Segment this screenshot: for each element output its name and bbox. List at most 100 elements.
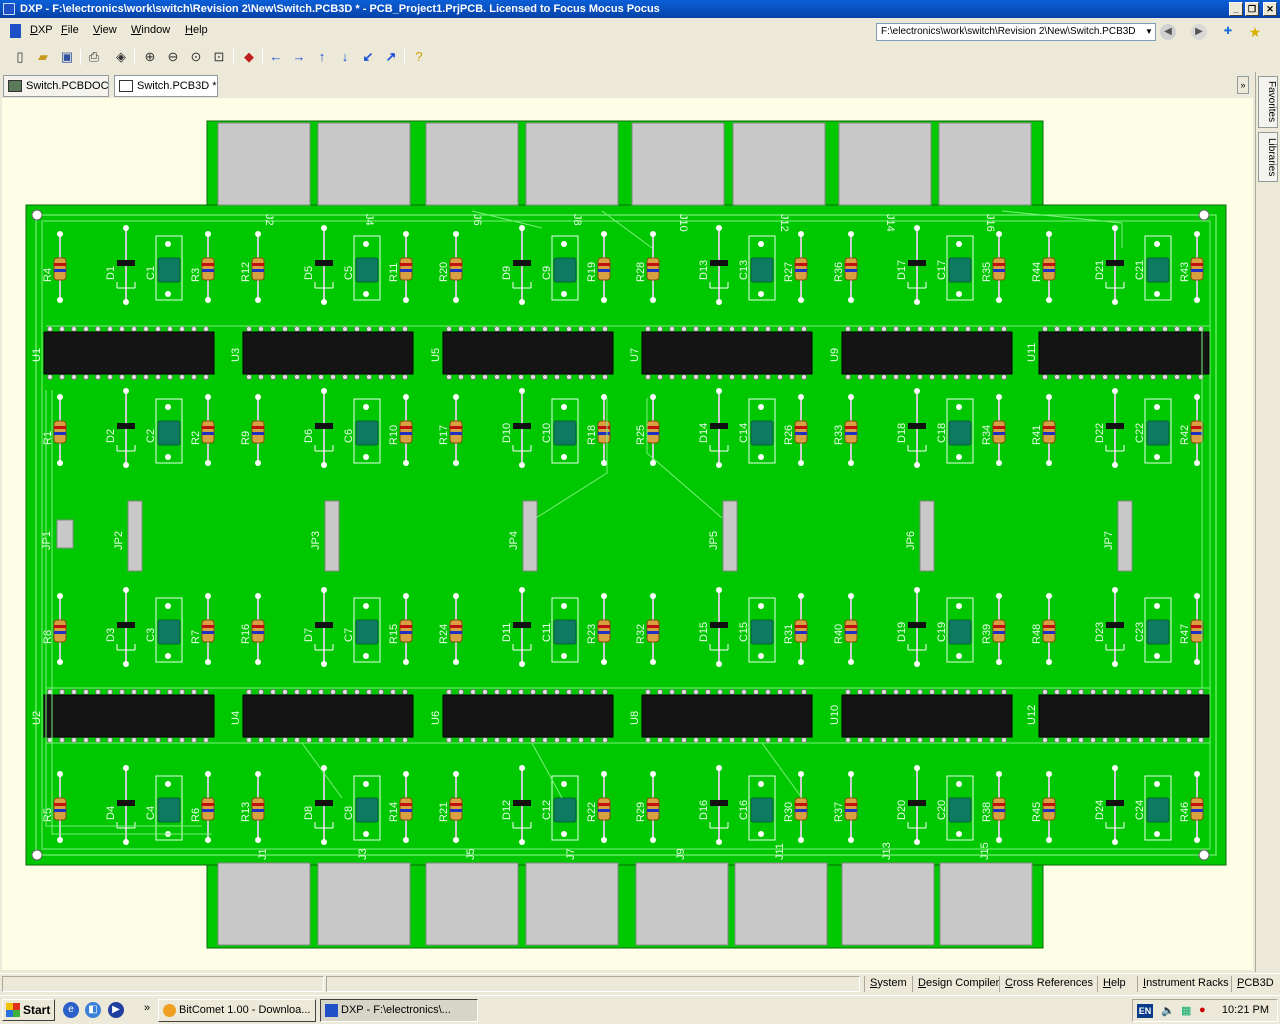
pcb3d-viewport[interactable]: J2 J4 J6 J8 J10 J12 J14 J16 J1 J3 J5 J7 J9 J11 J13 J15 U… <box>2 98 1253 970</box>
resistor-band <box>647 263 659 266</box>
pcb3d-document-icon <box>119 80 133 92</box>
ie-icon[interactable]: e <box>63 1002 79 1018</box>
speaker-icon[interactable]: 🔈 <box>1161 1004 1175 1017</box>
chip-pin <box>270 326 276 332</box>
pad <box>321 299 327 305</box>
navigate-icon[interactable]: ✚ <box>1220 24 1236 40</box>
address-bar[interactable]: F:\electronics\work\switch\Revision 2\Ne… <box>876 23 1156 41</box>
menu-dxp[interactable]: DXP <box>30 24 53 36</box>
chip-pin <box>530 374 536 380</box>
address-input[interactable]: F:\electronics\work\switch\Revision 2\Ne… <box>881 26 1136 37</box>
zoom-out-icon[interactable]: ⊖ <box>164 48 182 66</box>
quick-launch-chevron-icon[interactable]: » <box>144 1002 150 1014</box>
forward-icon[interactable]: ▶ <box>1191 24 1207 40</box>
tab-switch-pcb3d[interactable]: Switch.PCB3D * <box>114 75 218 97</box>
open-icon[interactable]: ▰ <box>34 48 52 66</box>
desktop-icon[interactable]: ◧ <box>85 1002 101 1018</box>
chip-pin <box>881 374 887 380</box>
network-icon[interactable]: ▦ <box>1181 1004 1191 1017</box>
zoom-fit-icon[interactable]: ⊙ <box>187 48 205 66</box>
minimize-button[interactable]: _ <box>1229 2 1243 16</box>
jumper <box>522 500 538 572</box>
panel-system[interactable]: System <box>864 976 912 992</box>
pad <box>798 593 804 599</box>
pad <box>758 603 764 609</box>
tab-list-chevron-icon[interactable]: » <box>1237 76 1249 94</box>
arrow-down-icon[interactable]: ↓ <box>336 48 354 66</box>
diode-label: D18 <box>896 423 908 443</box>
pad <box>798 837 804 843</box>
panel-design-compiler[interactable]: Design Compiler <box>912 976 1004 992</box>
pad <box>403 659 409 665</box>
panel-pcb3d[interactable]: PCB3D <box>1231 976 1279 992</box>
chip-pin <box>602 689 608 695</box>
panel-instrument-racks[interactable]: Instrument Racks <box>1137 976 1234 992</box>
chip-pin <box>318 737 324 743</box>
menu-help[interactable]: Help <box>185 24 208 36</box>
tab-switch-pcbdoc[interactable]: Switch.PCBDOC <box>3 75 109 97</box>
diode-label: D5 <box>303 266 315 280</box>
start-button[interactable]: Start <box>2 999 55 1021</box>
tray-app-icon[interactable]: ● <box>1199 1004 1206 1016</box>
mounting-hole <box>31 849 43 861</box>
pad <box>1194 297 1200 303</box>
chip-pin <box>402 737 408 743</box>
zoom-in-icon[interactable]: ⊕ <box>141 48 159 66</box>
jumper-label: JP3 <box>310 531 322 550</box>
chip-pin <box>893 374 899 380</box>
arrow-right-icon[interactable]: → <box>290 48 308 66</box>
menu-window[interactable]: Window <box>131 24 170 36</box>
chip-pin <box>953 326 959 332</box>
chip-pin <box>1054 737 1060 743</box>
connector-label: J1 <box>257 848 269 860</box>
side-tab-favorites[interactable]: Favorites <box>1258 76 1278 128</box>
pad <box>716 765 722 771</box>
new-icon[interactable]: ▯ <box>11 48 29 66</box>
chip-pin <box>518 689 524 695</box>
diode-body <box>908 622 926 628</box>
chip-pin <box>494 374 500 380</box>
panel-cross-references[interactable]: Cross References <box>999 976 1098 992</box>
arrow-down-left-icon[interactable]: ↙ <box>359 48 377 66</box>
menu-file[interactable]: File <box>61 24 79 36</box>
pad <box>956 781 962 787</box>
arrow-up-right-icon[interactable]: ↗ <box>382 48 400 66</box>
chip-pin <box>941 689 947 695</box>
save-icon[interactable]: ▣ <box>58 48 76 66</box>
favorites-star-icon[interactable]: ★ <box>1247 24 1263 40</box>
chip-pin <box>378 374 384 380</box>
restore-button[interactable]: ❐ <box>1245 2 1259 16</box>
side-tab-libraries[interactable]: Libraries <box>1258 132 1278 182</box>
arrow-up-icon[interactable]: ↑ <box>313 48 331 66</box>
close-button[interactable]: ✕ <box>1263 2 1277 16</box>
print-icon[interactable]: ⎙ <box>85 48 103 66</box>
chip-pin <box>47 326 53 332</box>
arrow-left-icon[interactable]: ← <box>267 48 285 66</box>
language-indicator[interactable]: EN <box>1137 1004 1153 1018</box>
task-dxp[interactable]: DXP - F:\electronics\... <box>320 999 478 1022</box>
diode-body <box>1106 423 1124 429</box>
jumper <box>1117 500 1133 572</box>
chip-pin <box>191 737 197 743</box>
resistor-label: R26 <box>783 425 795 445</box>
bitcomet-icon <box>163 1004 176 1017</box>
pad <box>123 462 129 468</box>
layers-icon[interactable]: ◈ <box>112 48 130 66</box>
pad <box>798 394 804 400</box>
chip-pin <box>306 737 312 743</box>
help-icon[interactable]: ? <box>410 48 428 66</box>
panel-help[interactable]: Help <box>1097 976 1131 992</box>
connector-top <box>732 122 826 206</box>
resistor-band <box>993 426 1005 429</box>
back-icon[interactable]: ◀ <box>1160 24 1176 40</box>
chip-pin <box>1150 326 1156 332</box>
pcb-board-view[interactable]: J2 J4 J6 J8 J10 J12 J14 J16 J1 J3 J5 J7 J9 J11 J13 J15 U… <box>2 98 1253 970</box>
menu-view[interactable]: View <box>93 24 117 36</box>
task-bitcomet[interactable]: BitComet 1.00 - Downloa... <box>158 999 316 1022</box>
media-player-icon[interactable]: ▶ <box>108 1002 124 1018</box>
layer-color-icon[interactable]: ◆ <box>240 48 258 66</box>
pad <box>1154 603 1160 609</box>
zoom-area-icon[interactable]: ⊡ <box>210 48 228 66</box>
chevron-down-icon[interactable]: ▼ <box>1143 24 1155 40</box>
chip-pin <box>693 326 699 332</box>
